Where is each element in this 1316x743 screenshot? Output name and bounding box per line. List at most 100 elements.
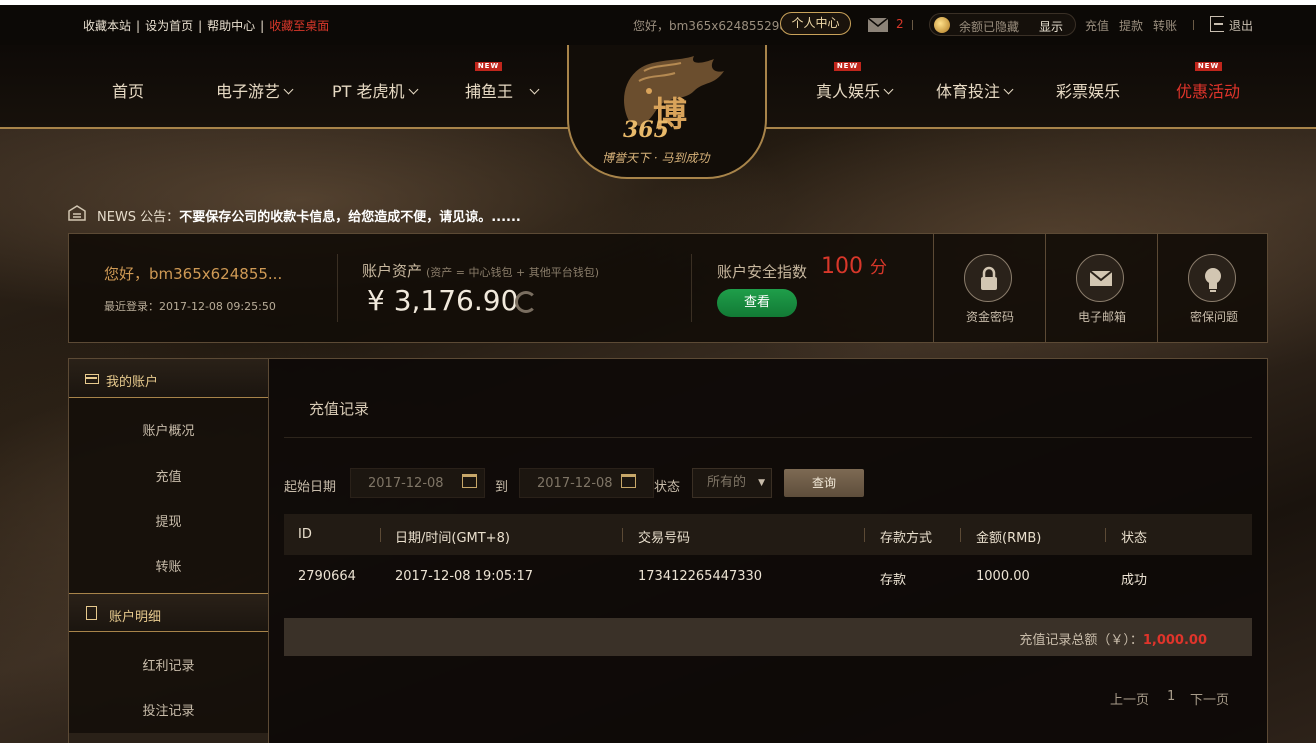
asset-note: (资产 = 中心钱包 + 其他平台钱包) (426, 266, 600, 279)
show-balance-button[interactable]: 显示 (1039, 18, 1063, 35)
fund-password-label: 资金密码 (965, 310, 1014, 324)
bookmark-site-link[interactable]: 收藏本站 (83, 19, 131, 33)
lightbulb-icon (1188, 254, 1236, 302)
sidebar-item-deposit[interactable]: 充值 (69, 466, 268, 485)
calendar-icon[interactable] (621, 474, 636, 488)
deposit-link[interactable]: 充值 (1085, 17, 1109, 34)
column-separator (864, 528, 865, 542)
status-select-value: 所有的 (707, 475, 747, 490)
account-sidebar: 我的账户 账户概况 充值 提现 转账 账户明细 红利记录 投注记录 (68, 358, 269, 743)
sidebar-item-bonus-records[interactable]: 红利记录 (69, 655, 268, 674)
asset-amount: ¥ 3,176.90 (367, 284, 519, 317)
deposit-records-panel: 充值记录 起始日期 到 状态 所有的 ▼ 查询 ID 日期/时间(GMT+8) … (269, 358, 1268, 743)
lock-icon (964, 254, 1012, 302)
nav-lottery-label: 彩票娱乐 (1056, 82, 1121, 101)
divider (1193, 20, 1194, 30)
mail-icon[interactable] (868, 18, 888, 32)
sidebar-section-label: 账户明细 (109, 610, 162, 625)
envelope-icon (1076, 254, 1124, 302)
nav-lottery[interactable]: 彩票娱乐 (1056, 78, 1120, 102)
view-security-button[interactable]: 查看 (717, 289, 797, 317)
fund-password-tile[interactable]: 资金密码 (933, 234, 1045, 342)
new-badge: NEW (475, 62, 502, 71)
logout-link[interactable]: 退出 (1229, 17, 1253, 34)
summary-username: 您好，bm365x624855... (104, 265, 283, 283)
nav-pt-slots[interactable]: PT 老虎机 (332, 78, 418, 102)
card-icon (85, 374, 99, 384)
column-header-transaction-no: 交易号码 (638, 531, 691, 546)
next-page-button[interactable]: 下一页 (1190, 689, 1229, 708)
chevron-down-icon (1003, 84, 1014, 95)
nav-home[interactable]: 首页 (112, 78, 144, 102)
news-ticker[interactable]: NEWS 公告：不要保存公司的收款卡信息，给您造成不便，请见谅。...... (97, 206, 521, 225)
withdraw-link[interactable]: 提款 (1119, 17, 1143, 34)
column-header-status: 状态 (1121, 531, 1148, 546)
calendar-icon[interactable] (462, 474, 477, 488)
nav-fishing-king-label: 捕鱼王 (465, 82, 514, 101)
cell-status: 成功 (1121, 573, 1148, 588)
column-separator (622, 528, 623, 542)
query-button[interactable]: 查询 (784, 469, 864, 497)
status-select[interactable]: 所有的 ▼ (692, 468, 772, 498)
total-label-text: 充值记录总额（￥）： (1019, 633, 1143, 648)
cell-datetime: 2017-12-08 19:05:17 (395, 569, 534, 584)
nav-live-casino-label: 真人娱乐 (816, 82, 881, 101)
help-center-link[interactable]: 帮助中心 (207, 19, 255, 33)
nav-fishing-king[interactable]: 捕鱼王 (465, 78, 540, 102)
cell-transaction-no: 17341226544733​0 (638, 569, 763, 584)
news-text: 不要保存公司的收款卡信息，给您造成不便，请见谅。...... (179, 210, 521, 225)
security-question-tile[interactable]: 密保问题 (1157, 234, 1269, 342)
chevron-down-icon (883, 84, 894, 95)
refresh-icon[interactable] (515, 291, 537, 313)
nav-promotions[interactable]: 优惠活动 (1176, 78, 1240, 102)
asset-label-text: 账户资产 (362, 262, 423, 280)
email-tile[interactable]: 电子邮箱 (1045, 234, 1157, 342)
logo-slogan: 博誉天下 · 马到成功 (602, 151, 710, 165)
nav-promotions-label: 优惠活动 (1176, 82, 1241, 101)
nav-electronic-games[interactable]: 电子游艺 (216, 78, 294, 102)
divider (691, 254, 692, 322)
nav-electronic-games-label: 电子游艺 (216, 82, 281, 101)
sidebar-section-my-account[interactable]: 我的账户 (69, 359, 268, 398)
prev-page-button[interactable]: 上一页 (1110, 689, 1149, 708)
sidebar-section-account-details[interactable]: 账户明细 (69, 593, 268, 632)
top-links: 收藏本站 | 设为首页 | 帮助中心 | 收藏至桌面 (83, 17, 329, 34)
to-label: 到 (495, 480, 509, 495)
site-logo[interactable]: 博 365 博誉天下 · 马到成功 (567, 45, 767, 179)
divider (337, 254, 338, 322)
chevron-down-icon (283, 84, 294, 95)
new-badge: NEW (834, 62, 861, 71)
sidebar-item-transfer[interactable]: 转账 (69, 556, 268, 575)
security-question-label: 密保问题 (1189, 310, 1238, 324)
page-title: 充值记录 (309, 400, 370, 418)
announcement-icon (68, 205, 86, 221)
cell-id: 2790664 (298, 569, 356, 584)
sidebar-item-overview[interactable]: 账户概况 (69, 420, 268, 439)
save-to-desktop-link[interactable]: 收藏至桌面 (269, 19, 329, 33)
logout-icon[interactable] (1210, 16, 1224, 32)
transfer-link[interactable]: 转账 (1153, 17, 1177, 34)
last-login: 最近登录：2017-12-08 09:25:50 (104, 300, 276, 313)
dropdown-arrow-icon: ▼ (758, 478, 765, 488)
sidebar-item-withdraw[interactable]: 提现 (69, 511, 268, 530)
column-separator (380, 528, 381, 542)
divider (912, 20, 913, 30)
total-amount: 1,000.00 (1142, 633, 1207, 648)
nav-sports-betting-label: 体育投注 (936, 82, 1001, 101)
set-homepage-link[interactable]: 设为首页 (145, 19, 193, 33)
current-page-number[interactable]: 1 (1167, 689, 1175, 704)
coin-icon (934, 17, 950, 33)
column-header-id: ID (298, 527, 312, 542)
total-summary-bar: 充值记录总额（￥）：1,000.00 (284, 618, 1252, 656)
sidebar-next-section (69, 733, 268, 743)
logo-number: 365 (623, 117, 669, 143)
nav-live-casino[interactable]: 真人娱乐 (816, 78, 894, 102)
column-header-method: 存款方式 (880, 531, 933, 546)
security-score: 100 分 (821, 253, 887, 279)
cell-amount: 1000.00 (976, 569, 1030, 584)
sidebar-item-bet-records[interactable]: 投注记录 (69, 700, 268, 719)
sidebar-section-label: 我的账户 (106, 375, 159, 390)
personal-center-button[interactable]: 个人中心 (780, 12, 851, 35)
nav-sports-betting[interactable]: 体育投注 (936, 78, 1014, 102)
separator: | (136, 19, 141, 33)
